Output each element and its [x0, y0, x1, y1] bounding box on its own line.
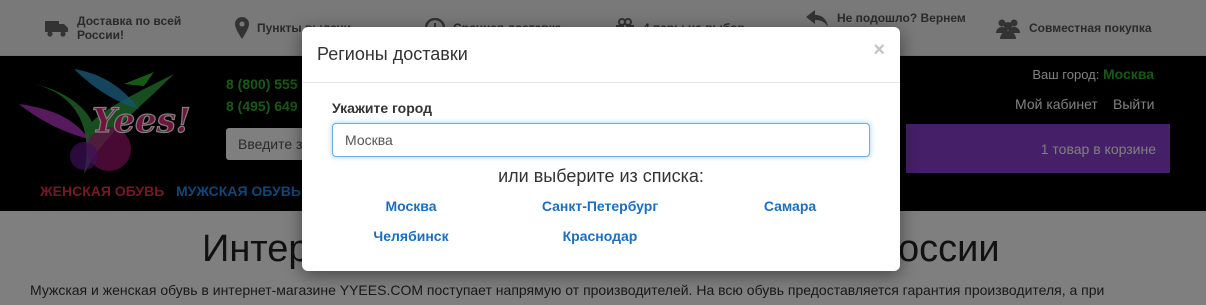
- modal-title: Регионы доставки: [317, 44, 468, 64]
- close-icon[interactable]: ×: [873, 40, 885, 60]
- city-link-samara[interactable]: Самара: [690, 198, 890, 214]
- or-choose-text: или выберите из списка:: [498, 166, 704, 186]
- city-link-spb[interactable]: Санкт-Петербург: [500, 198, 700, 214]
- modal-header: Регионы доставки ×: [302, 27, 900, 83]
- city-link-moscow[interactable]: Москва: [311, 198, 511, 214]
- city-field-label: Укажите город: [332, 100, 433, 116]
- city-link-krasnodar[interactable]: Краснодар: [500, 228, 700, 244]
- city-link-chelyabinsk[interactable]: Челябинск: [311, 228, 511, 244]
- city-input[interactable]: [332, 123, 870, 157]
- delivery-regions-modal: Регионы доставки × Укажите город или выб…: [302, 27, 900, 271]
